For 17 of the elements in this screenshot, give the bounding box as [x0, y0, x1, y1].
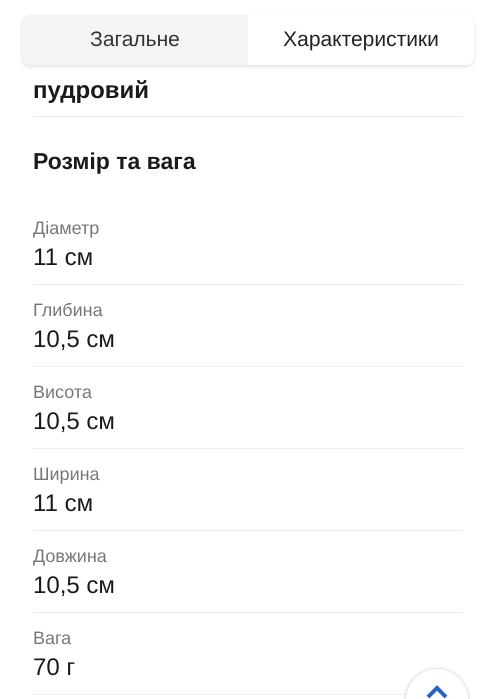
spec-value: 70 г [33, 652, 76, 682]
spec-label: Діаметр [33, 216, 100, 240]
spec-value: 10,5 см [33, 570, 116, 600]
section-heading: Розмір та вага [33, 146, 196, 176]
spec-value: 10,5 см [33, 324, 116, 354]
tab[interactable]: Загальне [22, 15, 248, 65]
spec-label: Ширина [33, 462, 101, 486]
tab[interactable]: Характеристики [248, 15, 474, 65]
arrow-up-icon [426, 685, 448, 699]
spec-label: Глибина [33, 298, 104, 322]
spec-value: 11 см [33, 488, 94, 518]
spec-label: Висота [33, 380, 93, 404]
spec-label: Довжина [33, 544, 108, 568]
spec-value: 10,5 см [33, 406, 116, 436]
spec-value: 11 см [33, 242, 94, 272]
spec-label: Вага [33, 626, 72, 650]
spec-value: пудровий [33, 76, 150, 106]
